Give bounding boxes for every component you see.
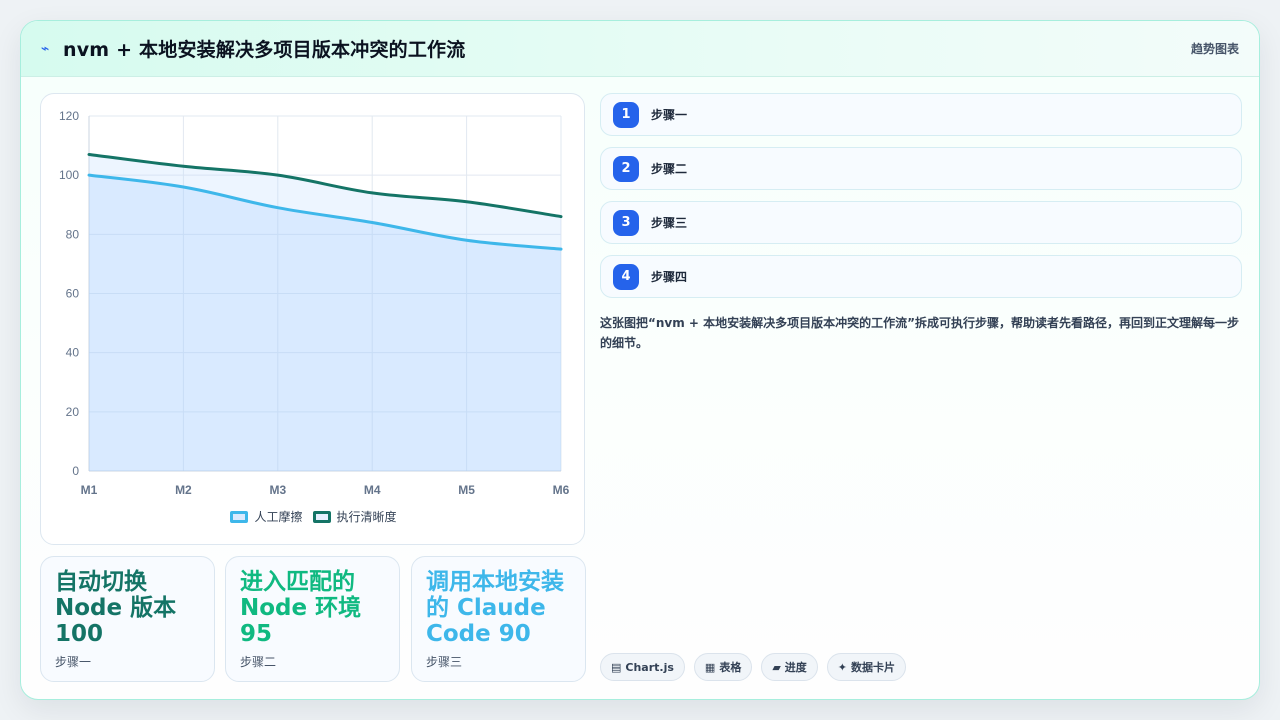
step-label-3: 步骤三 [651,216,688,230]
stat-sub-3: 步骤三 [426,655,463,669]
feature-tags: ▤ Chart.js ▦ 表格 ▰ 进度 ✦ 数据卡片 [600,653,907,681]
legend-swatch-clarity [312,510,331,523]
tag-label-table: 表格 [719,661,742,674]
chart-panel: 0 20 40 60 80 100 120 M1 M2 M3 M4 M5 M6 人工摩擦 执行清晰度 [40,93,585,545]
x-tick-label: M3 [269,483,286,497]
y-tick-label: 0 [72,464,79,478]
x-tick-label: M1 [81,483,98,497]
chart-icon: ▤ [611,660,622,674]
title-group: ⌁ nvm + 本地安装解决多项目版本冲突的工作流 [41,35,465,62]
tag-chartjs[interactable]: ▤ Chart.js [600,653,685,681]
tag-label-chartjs: Chart.js [625,660,674,674]
x-tick-label: M5 [458,483,475,497]
sparkle-icon: ✦ [837,660,848,674]
step-label-2: 步骤二 [651,162,688,176]
stat-title-1: 自动切换 Node 版本 100 [55,569,177,647]
step-label-4: 步骤四 [651,270,688,284]
tag-data-card[interactable]: ✦ 数据卡片 [826,653,907,681]
x-tick-label: M2 [175,483,192,497]
x-tick-label: M6 [553,483,570,497]
stat-card-3: 调用本地安装的 Claude Code 90 步骤三 [411,556,586,682]
y-tick-label: 40 [66,346,80,360]
workflow-description: 这张图把“nvm + 本地安装解决多项目版本冲突的工作流”拆成可执行步骤，帮助读… [600,316,1240,350]
tag-label-progress: 进度 [784,661,807,674]
stat-card-1: 自动切换 Node 版本 100 步骤一 [40,556,215,682]
legend-item-clarity[interactable]: 执行清晰度 [312,508,397,525]
legend-label-friction: 人工摩擦 [254,510,303,524]
stat-title-2: 进入匹配的 Node 环境 95 [240,569,362,647]
stat-sub-2: 步骤二 [240,655,277,669]
tag-label-data-card: 数据卡片 [851,661,896,674]
y-tick-label: 20 [66,405,80,419]
progress-icon: ▰ [772,660,781,674]
step-item-3[interactable]: 3 步骤三 [600,201,1242,244]
step-item-2[interactable]: 2 步骤二 [600,147,1242,190]
chart-type-tag: 趋势图表 [1190,42,1239,56]
legend-item-friction[interactable]: 人工摩擦 [230,508,303,525]
chart-legend: 人工摩擦 执行清晰度 [41,508,586,525]
step-list: 1 步骤一 2 步骤二 3 步骤三 4 步骤四 [600,93,1242,309]
tag-table[interactable]: ▦ 表格 [693,653,753,681]
step-item-1[interactable]: 1 步骤一 [600,93,1242,136]
y-tick-label: 120 [59,109,79,123]
trend-chart: 0 20 40 60 80 100 120 M1 M2 M3 M4 M5 M6 [59,109,570,497]
step-label-1: 步骤一 [651,108,688,122]
step-number-4: 4 [613,263,639,290]
stat-title-3: 调用本地安装的 Claude Code 90 [426,569,564,647]
step-number-2: 2 [613,155,639,182]
y-tick-label: 80 [66,227,80,241]
card-header: ⌁ nvm + 本地安装解决多项目版本冲突的工作流 趋势图表 [21,21,1259,77]
page-title: nvm + 本地安装解决多项目版本冲突的工作流 [63,39,466,61]
legend-swatch-friction [230,510,249,523]
workflow-card: ⌁ nvm + 本地安装解决多项目版本冲突的工作流 趋势图表 0 20 40 60 80… [20,20,1260,700]
table-icon: ▦ [704,660,716,674]
step-number-3: 3 [613,209,639,236]
legend-label-clarity: 执行清晰度 [336,510,397,524]
x-tick-label: M4 [364,483,381,497]
stat-card-2: 进入匹配的 Node 环境 95 步骤二 [225,556,400,682]
stat-sub-1: 步骤一 [55,655,92,669]
step-number-1: 1 [613,101,639,128]
y-tick-label: 100 [59,168,79,182]
tag-progress[interactable]: ▰ 进度 [761,653,818,681]
y-tick-label: 60 [66,287,80,301]
chart-line-icon: ⌁ [41,40,50,57]
step-item-4[interactable]: 4 步骤四 [600,255,1242,298]
